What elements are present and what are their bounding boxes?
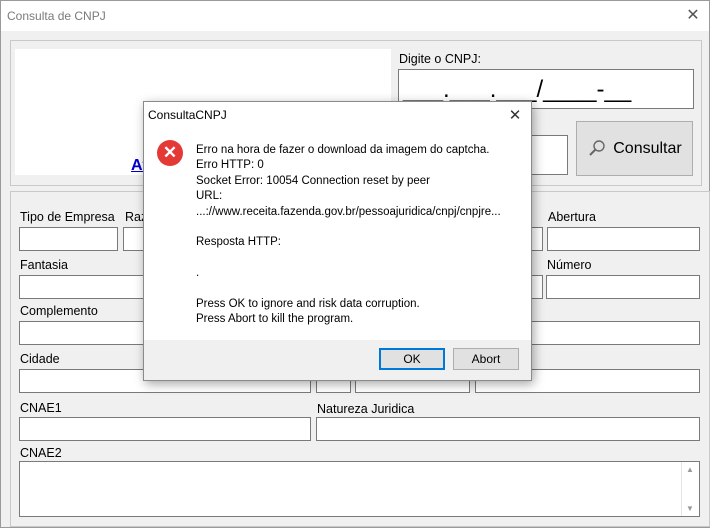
natureza-juridica-label: Natureza Juridica (317, 402, 415, 416)
numero-label: Número (547, 258, 592, 272)
vertical-scrollbar[interactable]: ▲ ▼ (681, 462, 699, 516)
search-icon (589, 139, 605, 156)
dialog-footer: OK Abort (144, 340, 531, 380)
window-title: Consulta de CNPJ (7, 9, 106, 23)
dialog-close-icon[interactable]: ✕ (504, 105, 526, 127)
abort-button[interactable]: Abort (453, 348, 519, 370)
numero-input[interactable] (546, 275, 700, 299)
close-icon[interactable]: ✕ (681, 5, 705, 27)
tipo-empresa-input[interactable] (19, 227, 118, 251)
cnpj-label: Digite o CNPJ: (399, 52, 481, 66)
cidade-label: Cidade (20, 352, 60, 366)
cnae2-label: CNAE2 (20, 446, 62, 460)
scroll-down-icon[interactable]: ▼ (686, 504, 694, 513)
abertura-input[interactable] (547, 227, 700, 251)
natureza-juridica-input[interactable] (316, 417, 700, 441)
dialog-message: Erro na hora de fazer o download da imag… (196, 144, 501, 326)
tipo-empresa-label: Tipo de Empresa (20, 210, 115, 224)
cnae1-input[interactable] (19, 417, 311, 441)
dialog-title: ConsultaCNPJ (148, 108, 227, 122)
title-bar: Consulta de CNPJ ✕ (1, 1, 709, 31)
error-dialog: ConsultaCNPJ ✕ ✕ Erro na hora de fazer o… (143, 101, 532, 381)
ok-button[interactable]: OK (379, 348, 445, 370)
cnae2-textarea[interactable] (19, 461, 700, 517)
fantasia-label: Fantasia (20, 258, 68, 272)
complemento-label: Complemento (20, 304, 98, 318)
error-icon: ✕ (157, 140, 183, 166)
cnae1-label: CNAE1 (20, 401, 62, 415)
consultar-label: Consultar (613, 139, 682, 157)
scroll-up-icon[interactable]: ▲ (686, 465, 694, 474)
consultar-button[interactable]: Consultar (576, 121, 693, 176)
abertura-label: Abertura (548, 210, 596, 224)
